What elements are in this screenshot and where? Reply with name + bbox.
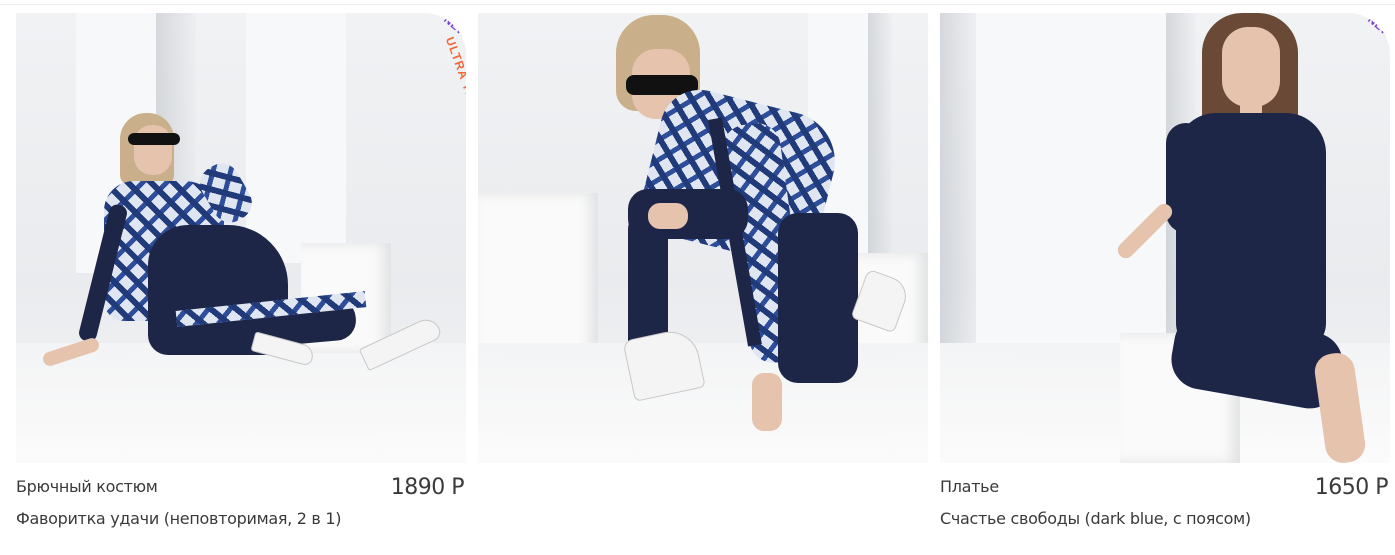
product-caption: Платье Счастье свободы (dark blue, с поя…	[940, 475, 1390, 545]
top-divider	[0, 4, 1395, 5]
product-caption: Брючный костюм Фаворитка удачи (неповтор…	[16, 475, 466, 545]
backdrop-panel	[246, 13, 346, 263]
product-image[interactable]: NEW ULTRA TREND	[16, 13, 466, 463]
product-caption	[478, 475, 928, 545]
product-name[interactable]: Фаворитка удачи (неповторимая, 2 в 1)	[16, 509, 341, 528]
product-category[interactable]: Брючный костюм	[16, 477, 158, 496]
floor	[478, 343, 928, 463]
product-price: 1650 Р	[1314, 475, 1389, 500]
model-sunglasses	[128, 133, 180, 145]
product-card[interactable]	[478, 13, 928, 553]
product-price: 1890 Р	[390, 475, 465, 500]
product-category[interactable]: Платье	[940, 477, 999, 496]
product-image[interactable]	[478, 13, 928, 463]
product-image[interactable]: NEW	[940, 13, 1390, 463]
model-leg	[778, 213, 858, 383]
model-hand	[752, 373, 782, 431]
product-card[interactable]: NEW ULTRA TREND Брючный костюм Фаворитка…	[16, 13, 466, 553]
ultra-trend-badge: ULTRA TREND	[442, 35, 466, 130]
product-card[interactable]: NEW Платье Счастье свободы (dark blue, с…	[940, 13, 1390, 553]
model-sleeve	[1166, 123, 1206, 233]
product-name[interactable]: Счастье свободы (dark blue, с поясом)	[940, 509, 1251, 528]
new-badge: NEW	[1365, 13, 1390, 41]
model-face	[1222, 27, 1280, 107]
floor	[16, 343, 466, 463]
backdrop-panel	[976, 13, 1166, 373]
product-grid: NEW ULTRA TREND Брючный костюм Фаворитка…	[16, 13, 1395, 553]
model-hand	[648, 203, 688, 229]
